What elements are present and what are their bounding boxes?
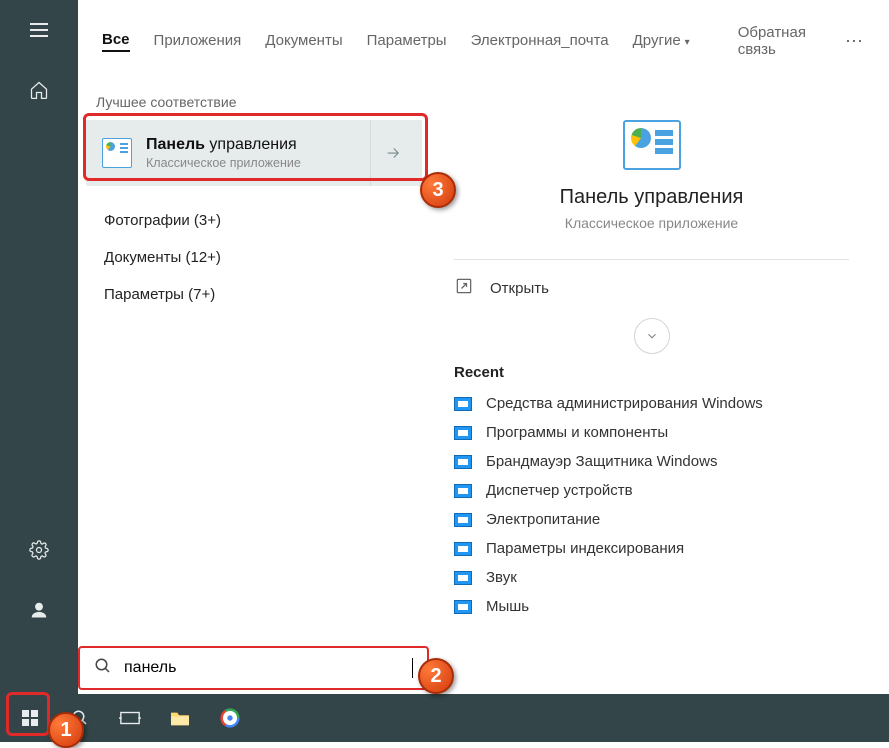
hamburger-menu[interactable] xyxy=(0,0,78,60)
app-icon xyxy=(454,397,472,411)
chevron-down-icon xyxy=(645,329,659,343)
taskbar xyxy=(0,694,889,742)
app-icon xyxy=(454,571,472,585)
hamburger-icon xyxy=(30,23,48,37)
tab-apps[interactable]: Приложения xyxy=(154,32,242,51)
home-button[interactable] xyxy=(0,60,78,120)
result-documents[interactable]: Документы (12+) xyxy=(78,239,430,276)
tab-all[interactable]: Все xyxy=(102,31,130,52)
best-match-subtitle: Классическое приложение xyxy=(146,156,301,170)
search-icon xyxy=(71,709,89,727)
search-input[interactable] xyxy=(124,659,414,677)
chevron-down-icon: ▾ xyxy=(685,37,690,48)
result-photos[interactable]: Фотографии (3+) xyxy=(78,202,430,239)
open-action[interactable]: Открыть xyxy=(454,276,849,300)
recent-item[interactable]: Программы и компоненты xyxy=(454,424,849,441)
profile-button[interactable] xyxy=(0,580,78,640)
control-panel-large-icon xyxy=(623,120,681,170)
recent-item[interactable]: Мышь xyxy=(454,598,849,615)
best-match-title: Панель управления xyxy=(146,136,301,154)
chrome-icon xyxy=(220,708,240,728)
user-icon xyxy=(29,600,49,620)
taskbar-search[interactable] xyxy=(58,697,102,739)
recent-label: Recent xyxy=(454,364,849,381)
task-view[interactable] xyxy=(108,697,152,739)
more-menu[interactable]: ⋯ xyxy=(845,31,865,52)
search-header: Все Приложения Документы Параметры Элект… xyxy=(78,0,889,82)
recent-list: Средства администрирования Windows Прогр… xyxy=(454,395,849,615)
tab-more-label: Другие xyxy=(633,32,681,49)
recent-item[interactable]: Средства администрирования Windows xyxy=(454,395,849,412)
tab-more[interactable]: Другие ▾ xyxy=(633,32,690,51)
task-view-icon xyxy=(119,709,141,727)
text-cursor xyxy=(412,658,413,678)
gear-icon xyxy=(29,540,49,560)
control-panel-icon xyxy=(102,138,132,168)
app-icon xyxy=(454,484,472,498)
app-icon xyxy=(454,600,472,614)
detail-pane: Панель управления Классическое приложени… xyxy=(430,82,873,642)
results-column: Лучшее соответствие Панель управления Кл… xyxy=(78,82,430,642)
windows-icon xyxy=(22,710,38,726)
side-rail xyxy=(0,0,78,700)
home-icon xyxy=(29,80,49,100)
detail-subtitle: Классическое приложение xyxy=(454,215,849,231)
folder-icon xyxy=(169,709,191,727)
tab-settings[interactable]: Параметры xyxy=(367,32,447,51)
recent-item[interactable]: Диспетчер устройств xyxy=(454,482,849,499)
tab-documents[interactable]: Документы xyxy=(265,32,342,51)
divider xyxy=(454,259,849,260)
open-label: Открыть xyxy=(490,280,549,297)
best-match-label: Лучшее соответствие xyxy=(78,82,430,120)
detail-title: Панель управления xyxy=(454,186,849,209)
recent-item[interactable]: Брандмауэр Защитника Windows xyxy=(454,453,849,470)
feedback-link[interactable]: Обратная связь xyxy=(738,24,821,58)
settings-button[interactable] xyxy=(0,520,78,580)
expand-arrow[interactable] xyxy=(370,120,414,186)
arrow-right-icon xyxy=(384,144,402,162)
result-settings[interactable]: Параметры (7+) xyxy=(78,276,430,313)
file-explorer[interactable] xyxy=(158,697,202,739)
best-match-result[interactable]: Панель управления Классическое приложени… xyxy=(86,120,422,186)
app-icon xyxy=(454,542,472,556)
app-icon xyxy=(454,426,472,440)
search-box[interactable] xyxy=(78,646,429,690)
tab-email[interactable]: Электронная_почта xyxy=(471,32,609,51)
recent-item[interactable]: Параметры индексирования xyxy=(454,540,849,557)
app-icon xyxy=(454,455,472,469)
recent-item[interactable]: Электропитание xyxy=(454,511,849,528)
open-icon xyxy=(454,276,474,300)
recent-item[interactable]: Звук xyxy=(454,569,849,586)
expand-toggle[interactable] xyxy=(634,318,670,354)
start-button[interactable] xyxy=(8,697,52,739)
chrome[interactable] xyxy=(208,697,252,739)
app-icon xyxy=(454,513,472,527)
search-icon xyxy=(94,657,112,680)
